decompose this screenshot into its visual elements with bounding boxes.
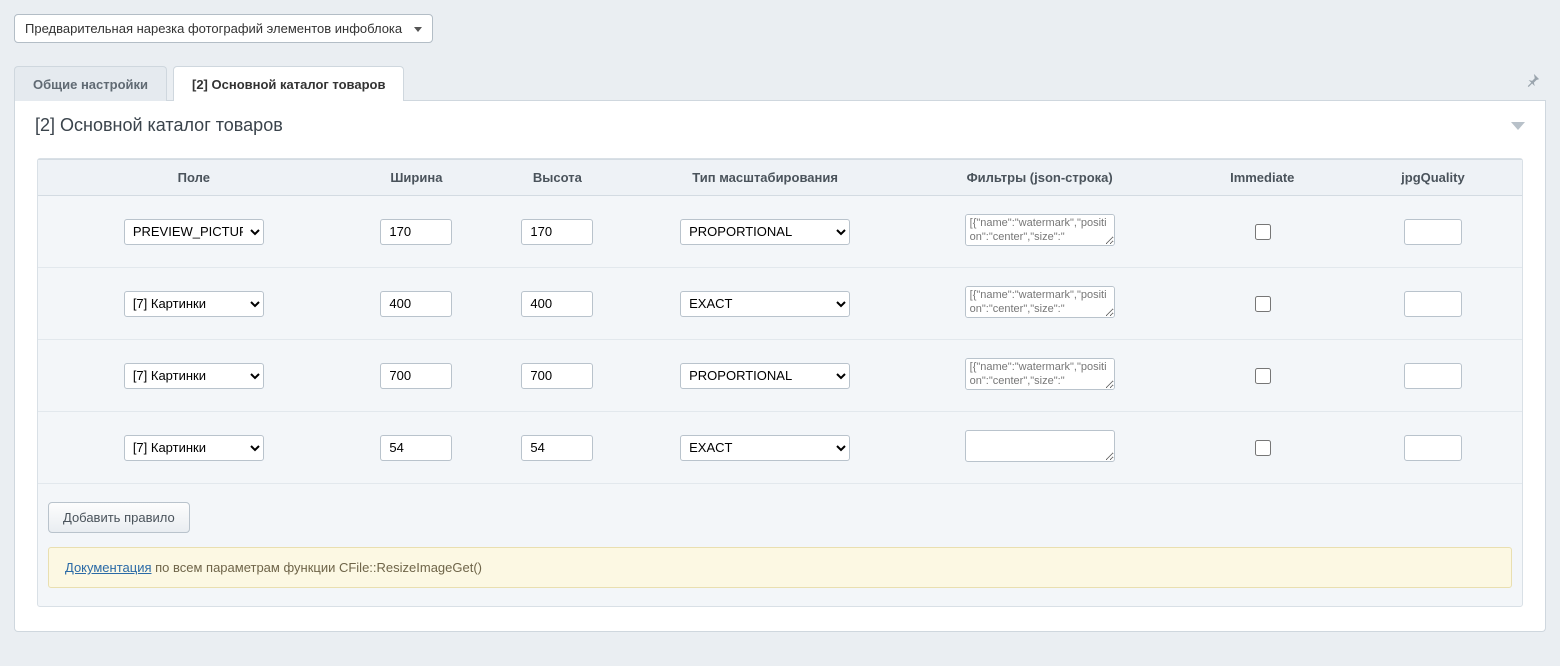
immediate-checkbox[interactable] <box>1255 224 1271 240</box>
module-select-label: Предварительная нарезка фотографий элеме… <box>25 21 402 36</box>
rules-tbody: PREVIEW_PICTURE[7] Картинки PROPORTIONALE… <box>38 196 1522 484</box>
col-filters: Фильтры (json-строка) <box>899 160 1181 196</box>
width-input[interactable] <box>380 435 452 461</box>
tab-catalog[interactable]: [2] Основной каталог товаров <box>173 66 404 101</box>
jpgquality-input[interactable] <box>1404 435 1462 461</box>
collapse-icon[interactable] <box>1511 122 1525 130</box>
jpgquality-input[interactable] <box>1404 219 1462 245</box>
chevron-down-icon <box>414 27 422 32</box>
filters-textarea[interactable] <box>965 358 1115 390</box>
scaling-select[interactable]: PROPORTIONALEXACT <box>680 291 850 317</box>
add-rule-button[interactable]: Добавить правило <box>48 502 190 533</box>
field-select[interactable]: PREVIEW_PICTURE[7] Картинки <box>124 219 264 245</box>
tab-catalog-label: [2] Основной каталог товаров <box>192 77 385 92</box>
col-scaling: Тип масштабирования <box>632 160 899 196</box>
panel-title: [2] Основной каталог товаров <box>35 115 283 136</box>
table-row: PREVIEW_PICTURE[7] Картинки PROPORTIONALE… <box>38 196 1522 268</box>
field-select[interactable]: PREVIEW_PICTURE[7] Картинки <box>124 363 264 389</box>
width-input[interactable] <box>380 291 452 317</box>
col-jpg: jpgQuality <box>1344 160 1522 196</box>
filters-textarea[interactable] <box>965 430 1115 462</box>
jpgquality-input[interactable] <box>1404 363 1462 389</box>
module-select[interactable]: Предварительная нарезка фотографий элеме… <box>14 14 433 43</box>
rules-frame: Поле Ширина Высота Тип масштабирования Ф… <box>37 158 1523 607</box>
col-height: Высота <box>483 160 631 196</box>
table-row: PREVIEW_PICTURE[7] Картинки PROPORTIONALE… <box>38 268 1522 340</box>
filters-textarea[interactable] <box>965 286 1115 318</box>
width-input[interactable] <box>380 363 452 389</box>
table-row: PREVIEW_PICTURE[7] Картинки PROPORTIONALE… <box>38 340 1522 412</box>
tab-general[interactable]: Общие настройки <box>14 66 167 101</box>
panel-body: Поле Ширина Высота Тип масштабирования Ф… <box>15 146 1545 631</box>
panel-head: [2] Основной каталог товаров <box>15 101 1545 146</box>
col-width: Ширина <box>350 160 484 196</box>
col-field: Поле <box>38 160 350 196</box>
immediate-checkbox[interactable] <box>1255 296 1271 312</box>
rules-table: Поле Ширина Высота Тип масштабирования Ф… <box>38 159 1522 484</box>
scaling-select[interactable]: PROPORTIONALEXACT <box>680 435 850 461</box>
immediate-checkbox[interactable] <box>1255 368 1271 384</box>
doc-link[interactable]: Документация <box>65 560 152 575</box>
pin-icon[interactable] <box>1526 73 1540 90</box>
height-input[interactable] <box>521 363 593 389</box>
doc-note-text: по всем параметрам функции CFile::Resize… <box>152 560 483 575</box>
field-select[interactable]: PREVIEW_PICTURE[7] Картинки <box>124 291 264 317</box>
field-select[interactable]: PREVIEW_PICTURE[7] Картинки <box>124 435 264 461</box>
height-input[interactable] <box>521 219 593 245</box>
tab-general-label: Общие настройки <box>33 77 148 92</box>
col-imm: Immediate <box>1181 160 1344 196</box>
filters-textarea[interactable] <box>965 214 1115 246</box>
width-input[interactable] <box>380 219 452 245</box>
panel: [2] Основной каталог товаров Поле Ширина… <box>14 101 1546 632</box>
jpgquality-input[interactable] <box>1404 291 1462 317</box>
tab-bar: Общие настройки [2] Основной каталог тов… <box>14 65 1546 101</box>
scaling-select[interactable]: PROPORTIONALEXACT <box>680 363 850 389</box>
height-input[interactable] <box>521 435 593 461</box>
doc-note: Документация по всем параметрам функции … <box>48 547 1512 588</box>
height-input[interactable] <box>521 291 593 317</box>
immediate-checkbox[interactable] <box>1255 440 1271 456</box>
scaling-select[interactable]: PROPORTIONALEXACT <box>680 219 850 245</box>
add-rule-label: Добавить правило <box>63 510 175 525</box>
table-row: PREVIEW_PICTURE[7] Картинки PROPORTIONALE… <box>38 412 1522 484</box>
